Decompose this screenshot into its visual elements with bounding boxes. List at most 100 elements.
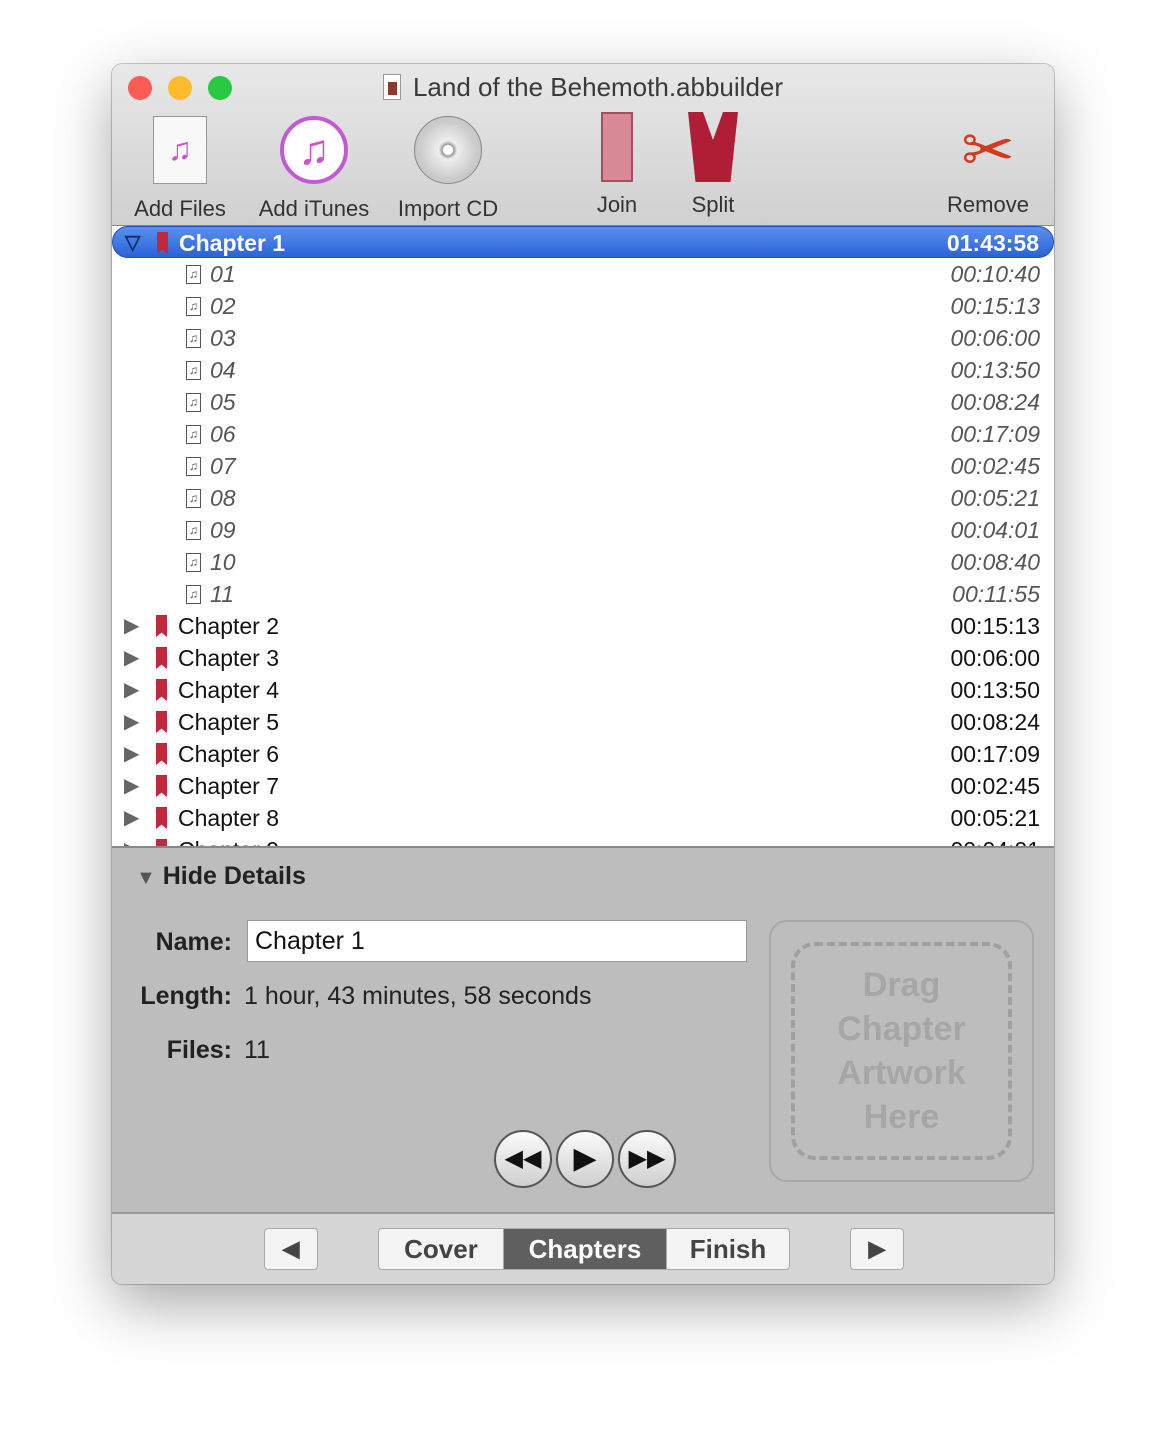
files-label: Files: xyxy=(166,1036,232,1064)
file-row[interactable]: ♫ 11 00:11:55 xyxy=(112,578,1054,610)
artwork-drop-zone[interactable]: Drag Chapter Artwork Here xyxy=(769,920,1034,1182)
file-duration: 00:05:21 xyxy=(950,485,1040,511)
file-name: 04 xyxy=(210,357,236,383)
file-duration: 00:11:55 xyxy=(952,581,1040,607)
details-panel: ▼ Hide Details Name: Chapter 1 Length: 1… xyxy=(112,846,1054,1212)
play-button[interactable]: ▶ xyxy=(556,1130,614,1188)
chapter-row[interactable]: ▶ Chapter 8 00:05:21 xyxy=(112,802,1054,834)
toolbar-button-add-files[interactable]: ♫ Add Files xyxy=(120,112,240,222)
tab-chapters[interactable]: Chapters xyxy=(503,1228,667,1270)
audio-file-icon: ♫ xyxy=(186,489,201,508)
file-row[interactable]: ♫ 09 00:04:01 xyxy=(112,514,1054,546)
length-value: 1 hour, 43 minutes, 58 seconds xyxy=(244,982,592,1010)
chapter-duration: 00:04:01 xyxy=(950,834,1040,846)
file-row[interactable]: ♫ 02 00:15:13 xyxy=(112,290,1054,322)
disclosure-right-icon[interactable]: ▶ xyxy=(124,610,139,642)
name-label: Name: xyxy=(155,928,232,956)
next-button[interactable]: ▶ xyxy=(850,1228,904,1270)
toolbar-label: Join xyxy=(596,192,638,217)
disclosure-right-icon[interactable]: ▶ xyxy=(124,738,139,770)
audio-file-icon: ♫ xyxy=(186,425,201,444)
previous-button[interactable]: ◀ xyxy=(264,1228,318,1270)
disclosure-right-icon[interactable]: ▶ xyxy=(124,834,139,846)
bookmark-icon xyxy=(156,679,167,701)
disclosure-right-icon[interactable]: ▶ xyxy=(124,674,139,706)
file-row[interactable]: ♫ 08 00:05:21 xyxy=(112,482,1054,514)
rewind-icon: ◀◀ xyxy=(504,1145,542,1172)
tab-finish[interactable]: Finish xyxy=(666,1228,790,1270)
audio-file-icon: ♫ xyxy=(186,361,201,380)
chapter-row[interactable]: ▶ Chapter 9 00:04:01 xyxy=(112,834,1054,846)
name-field[interactable]: Chapter 1 xyxy=(247,920,747,962)
chapter-name: Chapter 4 xyxy=(178,677,280,703)
bookmark-icon xyxy=(156,615,167,637)
length-label: Length: xyxy=(140,982,232,1010)
audio-file-icon: ♫ xyxy=(186,393,201,412)
window-title: Land of the Behemoth.abbuilder xyxy=(112,72,1054,103)
chapter-row[interactable]: ▽ Chapter 1 01:43:58 xyxy=(112,226,1054,258)
chapter-row[interactable]: ▶ Chapter 2 00:15:13 xyxy=(112,610,1054,642)
disclosure-right-icon[interactable]: ▶ xyxy=(124,770,139,802)
chapter-list[interactable]: ▽ Chapter 1 01:43:58 ♫ 01 00:10:40 ♫ 02 00:15:13… xyxy=(112,226,1054,846)
file-name: 05 xyxy=(210,389,236,415)
toolbar-button-add-itunes[interactable]: ♫ Add iTunes xyxy=(254,112,374,222)
file-row[interactable]: ♫ 03 00:06:00 xyxy=(112,322,1054,354)
navigation-bar: ◀ Cover Chapters Finish ▶ xyxy=(112,1212,1054,1284)
add-itunes-icon: ♫ xyxy=(276,116,352,192)
file-row[interactable]: ♫ 05 00:08:24 xyxy=(112,386,1054,418)
file-duration: 00:08:24 xyxy=(950,389,1040,415)
toggle-label: Hide Details xyxy=(162,862,306,890)
chapter-row[interactable]: ▶ Chapter 6 00:17:09 xyxy=(112,738,1054,770)
chapter-row[interactable]: ▶ Chapter 3 00:06:00 xyxy=(112,642,1054,674)
file-name: 06 xyxy=(210,421,236,447)
title-text: Land of the Behemoth.abbuilder xyxy=(412,72,784,102)
tab-cover[interactable]: Cover xyxy=(378,1228,504,1270)
chapter-row[interactable]: ▶ Chapter 4 00:13:50 xyxy=(112,674,1054,706)
toolbar-label: Add iTunes xyxy=(258,196,370,221)
files-value: 11 xyxy=(244,1036,270,1064)
hide-details-toggle[interactable]: ▼ Hide Details xyxy=(136,862,306,891)
audio-file-icon: ♫ xyxy=(186,553,201,572)
zipper-open-icon xyxy=(675,112,751,188)
toolbar-button-remove[interactable]: ✂ Remove xyxy=(928,112,1048,218)
chapter-duration: 00:02:45 xyxy=(950,773,1040,799)
bookmark-icon xyxy=(156,839,167,846)
audio-file-icon: ♫ xyxy=(186,329,201,348)
bookmark-icon xyxy=(157,232,168,254)
disclosure-right-icon[interactable]: ▶ xyxy=(124,642,139,674)
toolbar-label: Import CD xyxy=(397,196,499,221)
chapter-row[interactable]: ▶ Chapter 7 00:02:45 xyxy=(112,770,1054,802)
file-row[interactable]: ♫ 10 00:08:40 xyxy=(112,546,1054,578)
file-row[interactable]: ♫ 07 00:02:45 xyxy=(112,450,1054,482)
chapter-name: Chapter 8 xyxy=(178,805,280,831)
rewind-button[interactable]: ◀◀ xyxy=(494,1130,552,1188)
disclosure-right-icon[interactable]: ▶ xyxy=(124,802,139,834)
fast-forward-icon: ▶▶ xyxy=(628,1145,666,1172)
file-row[interactable]: ♫ 04 00:13:50 xyxy=(112,354,1054,386)
play-icon: ▶ xyxy=(573,1142,597,1175)
file-name: 10 xyxy=(210,549,236,575)
file-duration: 00:15:13 xyxy=(950,293,1040,319)
chapter-duration: 00:05:21 xyxy=(950,805,1040,831)
chapter-row[interactable]: ▶ Chapter 5 00:08:24 xyxy=(112,706,1054,738)
fast-forward-button[interactable]: ▶▶ xyxy=(618,1130,676,1188)
chapter-duration: 00:06:00 xyxy=(950,645,1040,671)
file-name: 08 xyxy=(210,485,236,511)
toolbar-button-split[interactable]: Split xyxy=(653,112,773,218)
chapter-name: Chapter 3 xyxy=(178,645,280,671)
file-name: 03 xyxy=(210,325,236,351)
toolbar-label: Split xyxy=(691,192,735,217)
file-row[interactable]: ♫ 06 00:17:09 xyxy=(112,418,1054,450)
add-files-icon: ♫ xyxy=(142,116,218,192)
toolbar-label: Add Files xyxy=(134,196,226,221)
file-duration: 00:02:45 xyxy=(950,453,1040,479)
document-icon xyxy=(382,74,401,100)
chapter-duration: 01:43:58 xyxy=(946,230,1039,256)
disclosure-down-icon[interactable]: ▽ xyxy=(125,227,140,259)
file-row[interactable]: ♫ 01 00:10:40 xyxy=(112,258,1054,290)
file-name: 09 xyxy=(210,517,236,543)
disclosure-right-icon[interactable]: ▶ xyxy=(124,706,139,738)
scissors-icon: ✂ xyxy=(961,114,1015,186)
toolbar-button-import-cd[interactable]: Import CD xyxy=(388,112,508,222)
toolbar-label: Remove xyxy=(947,192,1029,217)
